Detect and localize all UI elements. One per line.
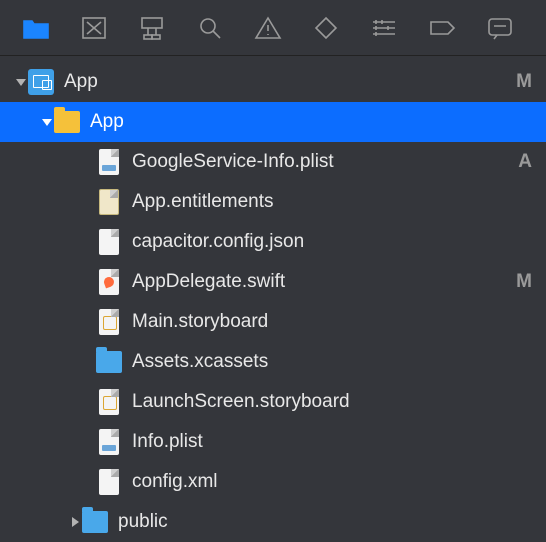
file-item[interactable]: LaunchScreen.storyboard [0,382,546,422]
public-folder[interactable]: public [0,502,546,542]
file-item[interactable]: Info.plist [0,422,546,462]
file-item[interactable]: GoogleService-Info.plist A [0,142,546,182]
project-icon [28,67,54,97]
test-navigator-icon[interactable] [298,0,354,56]
status-badge: M [508,71,532,93]
file-item[interactable]: App.entitlements [0,182,546,222]
file-label: config.xml [132,471,508,493]
status-badge: M [508,271,532,293]
file-item[interactable]: Assets.xcassets [0,342,546,382]
issue-navigator-icon[interactable] [240,0,296,56]
status-badge: A [508,151,532,173]
file-item[interactable]: Main.storyboard [0,302,546,342]
folder-icon [82,507,108,537]
debug-navigator-icon[interactable] [356,0,412,56]
project-root[interactable]: App M [0,62,546,102]
file-label: GoogleService-Info.plist [132,151,508,173]
folder-icon [54,107,80,137]
file-label: App.entitlements [132,191,508,213]
report-navigator-icon[interactable] [472,0,528,56]
file-item[interactable]: config.xml [0,462,546,502]
file-label: AppDelegate.swift [132,271,508,293]
project-label: App [64,71,508,93]
find-navigator-icon[interactable] [182,0,238,56]
breakpoint-navigator-icon[interactable] [414,0,470,56]
xcassets-folder-icon [96,347,122,377]
project-navigator-icon[interactable] [8,0,64,56]
project-tree: App M App GoogleService-Info.plist A App… [0,56,546,542]
file-label: capacitor.config.json [132,231,508,253]
app-folder[interactable]: App [0,102,546,142]
storyboard-file-icon [96,387,122,417]
chevron-down-icon[interactable] [40,115,54,129]
swift-file-icon [96,267,122,297]
file-label: Main.storyboard [132,311,508,333]
source-control-icon[interactable] [66,0,122,56]
file-item[interactable]: AppDelegate.swift M [0,262,546,302]
navigator-toolbar [0,0,546,56]
xml-file-icon [96,467,122,497]
storyboard-file-icon [96,307,122,337]
chevron-right-icon[interactable] [68,515,82,529]
json-file-icon [96,227,122,257]
plist-file-icon [96,147,122,177]
folder-label: App [90,111,508,133]
entitlements-file-icon [96,187,122,217]
file-label: Info.plist [132,431,508,453]
file-item[interactable]: capacitor.config.json [0,222,546,262]
plist-file-icon [96,427,122,457]
chevron-down-icon[interactable] [14,75,28,89]
symbol-navigator-icon[interactable] [124,0,180,56]
folder-label: public [118,511,508,533]
file-label: LaunchScreen.storyboard [132,391,508,413]
file-label: Assets.xcassets [132,351,508,373]
